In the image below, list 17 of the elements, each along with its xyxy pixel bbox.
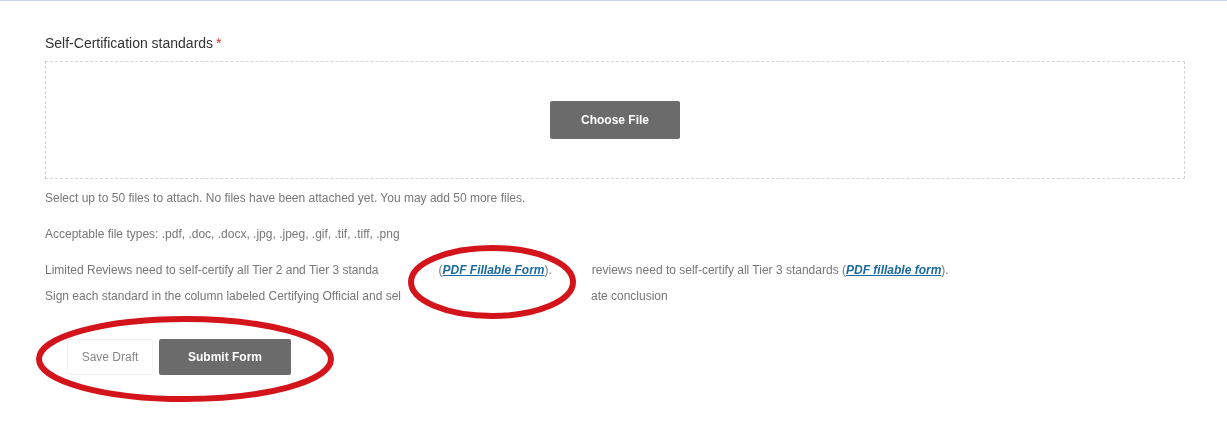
submit-button[interactable]: Submit Form [159, 339, 291, 375]
file-drop-area[interactable]: Choose File [45, 61, 1185, 179]
instruction-text: Sign each standard in the column labeled Certifying Official and sel [45, 289, 401, 303]
paren-text: ( [438, 263, 443, 277]
pdf-form-link[interactable]: PDF fillable form [845, 263, 942, 277]
paren-text: ). [941, 263, 949, 277]
instruction-text: ate conclusion [591, 289, 668, 303]
instruction-text: reviews need to self-certify all Tier 3 standards ( [591, 263, 846, 277]
instruction-text: Limited Reviews need to self-certify all Tier 2 and Tier 3 standa [45, 263, 379, 277]
pdf-form-link[interactable]: PDF Fillable Form [442, 263, 545, 277]
file-types-text: Acceptable file types: .pdf, .doc, .docx, .jpg, .jpeg, .gif, .tif, .tiff, .png [45, 226, 401, 243]
required-asterisk: * [216, 35, 222, 51]
file-limit-text: Select up to 50 files to attach. No files have been attached yet. You may add 50 more files. [45, 190, 527, 207]
save-draft-button[interactable]: Save Draft [67, 339, 153, 375]
choose-file-button[interactable]: Choose File [550, 101, 680, 139]
paren-text: ). [544, 263, 552, 277]
field-label: Self-Certification standards [45, 35, 214, 51]
